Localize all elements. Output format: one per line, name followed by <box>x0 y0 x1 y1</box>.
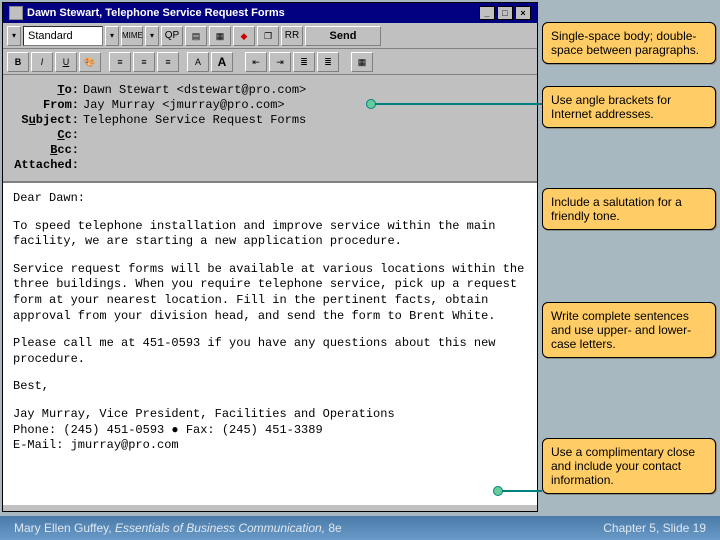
message-headers: To:Dawn Stewart <dstewart@pro.com> From:… <box>3 75 537 183</box>
signature: Jay Murray, Vice President, Facilities a… <box>13 407 527 454</box>
connector-dot-icon <box>366 99 376 109</box>
footer-slide-number: Chapter 5, Slide 19 <box>603 521 706 535</box>
rr-button[interactable]: RR <box>281 26 303 46</box>
callout-spacing: Single-space body; double-space between … <box>542 22 716 64</box>
cc-label: Cc: <box>9 128 83 142</box>
copy-icon[interactable]: ❐ <box>257 26 279 46</box>
indent-right-icon[interactable]: ⇥ <box>269 52 291 72</box>
titlebar: Dawn Stewart, Telephone Service Request … <box>3 3 537 23</box>
maximize-button[interactable]: □ <box>497 6 513 20</box>
close-button[interactable]: × <box>515 6 531 20</box>
font-smaller-button[interactable]: A <box>187 52 209 72</box>
callout-close: Use a complimentary close and include yo… <box>542 438 716 494</box>
from-value[interactable]: Jay Murray <jmurray@pro.com> <box>83 98 285 112</box>
to-value[interactable]: Dawn Stewart <dstewart@pro.com> <box>83 83 306 97</box>
send-button[interactable]: Send <box>305 26 381 46</box>
callout-sentences: Write complete sentences and use upper- … <box>542 302 716 358</box>
closing: Best, <box>13 379 527 395</box>
numbered-list-icon[interactable]: ≣ <box>317 52 339 72</box>
body-para-1: To speed telephone installation and impr… <box>13 219 527 250</box>
connector-line-2 <box>498 490 542 492</box>
salutation: Dear Dawn: <box>13 191 527 207</box>
attached-label: Attached: <box>9 158 83 172</box>
align-right-icon[interactable]: ≡ <box>157 52 179 72</box>
insert-icon[interactable]: ▦ <box>351 52 373 72</box>
underline-button[interactable]: U <box>55 52 77 72</box>
callout-salutation: Include a salutation for a friendly tone… <box>542 188 716 230</box>
connector-dot-icon-2 <box>493 486 503 496</box>
message-body[interactable]: Dear Dawn: To speed telephone installati… <box>3 183 537 505</box>
mime-dropdown-icon[interactable]: ▾ <box>145 26 159 46</box>
window-title: Dawn Stewart, Telephone Service Request … <box>27 7 285 19</box>
align-left-icon[interactable]: ≡ <box>109 52 131 72</box>
body-para-3: Please call me at 451-0593 if you have a… <box>13 336 527 367</box>
toolbar-top: ▾ Standard ▾ MIME ▾ QP ▤ ▦ ◆ ❐ RR Send <box>3 23 537 49</box>
subject-label: Subject: <box>9 113 83 127</box>
slide-footer: Mary Ellen Guffey, Essentials of Busines… <box>0 516 720 540</box>
font-dropdown-icon[interactable]: ▾ <box>105 26 119 46</box>
body-para-2: Service request forms will be available … <box>13 262 527 324</box>
to-label: To: <box>9 83 83 97</box>
style-select[interactable]: Standard <box>23 26 103 46</box>
align-center-icon[interactable]: ≡ <box>133 52 155 72</box>
priority-icon[interactable]: ◆ <box>233 26 255 46</box>
qp-button[interactable]: QP <box>161 26 183 46</box>
mime-button[interactable]: MIME <box>121 26 143 46</box>
from-label: From: <box>9 98 83 112</box>
font-bigger-button[interactable]: A <box>211 52 233 72</box>
minimize-button[interactable]: _ <box>479 6 495 20</box>
indent-left-icon[interactable]: ⇤ <box>245 52 267 72</box>
tool-icon-1[interactable]: ▤ <box>185 26 207 46</box>
callout-brackets: Use angle brackets for Internet addresse… <box>542 86 716 128</box>
bold-button[interactable]: B <box>7 52 29 72</box>
italic-button[interactable]: I <box>31 52 53 72</box>
app-icon <box>9 6 23 20</box>
bcc-label: Bcc: <box>9 143 83 157</box>
list-icon[interactable]: ≣ <box>293 52 315 72</box>
footer-credit: Mary Ellen Guffey, Essentials of Busines… <box>14 521 342 535</box>
connector-line <box>370 103 542 105</box>
email-window: Dawn Stewart, Telephone Service Request … <box>2 2 538 512</box>
tool-icon-2[interactable]: ▦ <box>209 26 231 46</box>
style-dropdown-icon[interactable]: ▾ <box>7 26 21 46</box>
subject-value[interactable]: Telephone Service Request Forms <box>83 113 306 127</box>
color-icon[interactable]: 🎨 <box>79 52 101 72</box>
toolbar-format: B I U 🎨 ≡ ≡ ≡ A A ⇤ ⇥ ≣ ≣ ▦ <box>3 49 537 75</box>
